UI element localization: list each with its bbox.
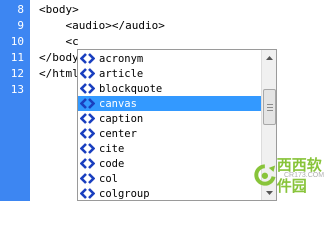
autocomplete-item[interactable]: col <box>78 171 261 186</box>
autocomplete-item[interactable]: article <box>78 66 261 81</box>
tag-icon <box>79 171 95 186</box>
autocomplete-item-label: article <box>99 67 144 80</box>
autocomplete-item[interactable]: blockquote <box>78 81 261 96</box>
autocomplete-item[interactable]: cite <box>78 141 261 156</box>
tag-icon <box>79 51 95 66</box>
autocomplete-item-label: center <box>99 127 137 140</box>
autocomplete-item-label: blockquote <box>99 82 163 95</box>
autocomplete-item-label: caption <box>99 112 144 125</box>
code-line[interactable]: <body> <box>39 2 79 17</box>
autocomplete-item[interactable]: center <box>78 126 261 141</box>
line-number: 8 <box>17 3 24 16</box>
tag-icon <box>79 81 95 96</box>
tag-icon <box>79 66 95 81</box>
chevron-up-icon <box>266 55 273 60</box>
code-line[interactable]: <c <box>39 34 78 49</box>
autocomplete-item-label: cite <box>99 142 125 155</box>
scrollbar-thumb[interactable] <box>263 89 276 125</box>
autocomplete-item[interactable]: code <box>78 156 261 171</box>
brand-logo-icon <box>254 164 276 186</box>
autocomplete-item[interactable]: acronym <box>78 51 261 66</box>
autocomplete-popup[interactable]: acronym article blockquote canvas caption cen… <box>77 49 277 201</box>
scroll-up-button[interactable] <box>263 51 276 64</box>
grip-icon <box>266 103 273 111</box>
tag-icon <box>79 126 95 141</box>
autocomplete-item-label: col <box>99 172 118 185</box>
tag-icon <box>79 156 95 171</box>
autocomplete-item-label: colgroup <box>99 187 150 200</box>
autocomplete-item-label: acronym <box>99 52 144 65</box>
line-number-gutter: 8 9 10 11 12 13 <box>0 0 30 201</box>
autocomplete-item[interactable]: caption <box>78 111 261 126</box>
line-number: 11 <box>10 51 24 64</box>
autocomplete-item[interactable]: canvas <box>78 96 261 111</box>
code-line[interactable]: <audio></audio> <box>39 18 164 33</box>
tag-icon <box>79 141 95 156</box>
tag-icon <box>79 111 95 126</box>
autocomplete-item-label: code <box>99 157 125 170</box>
line-number: 10 <box>10 35 24 48</box>
tag-icon <box>79 186 95 201</box>
autocomplete-item-label: canvas <box>99 97 137 110</box>
autocomplete-item[interactable]: colgroup <box>78 186 261 201</box>
line-number: 13 <box>10 83 24 96</box>
line-number: 12 <box>10 67 24 80</box>
line-number: 9 <box>17 19 24 32</box>
tag-icon <box>79 96 95 111</box>
watermark-site: CR173.COM <box>284 172 325 179</box>
